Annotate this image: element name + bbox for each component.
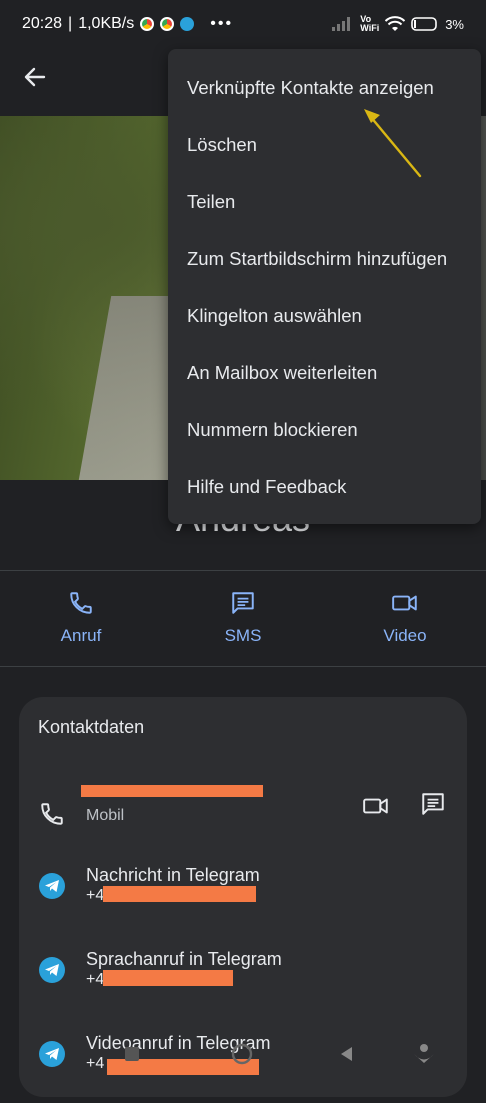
back-button[interactable] <box>20 62 50 92</box>
home-button[interactable] <box>228 1040 256 1068</box>
phone-icon <box>70 592 92 614</box>
menu-item-ringtone[interactable]: Klingelton auswählen <box>187 305 362 327</box>
phone-row[interactable]: Mobil <box>19 785 467 855</box>
row-phone-icon-wrap <box>37 799 67 829</box>
video-action-label: Video <box>383 626 427 645</box>
message-icon <box>232 592 254 614</box>
menu-item-help-feedback[interactable]: Hilfe und Feedback <box>187 476 346 498</box>
row-telegram-icon-wrap <box>37 955 67 985</box>
chrome-icon <box>160 17 175 31</box>
system-navigation-bar <box>0 1030 486 1080</box>
telegram-voice-number-prefix: +4 <box>86 971 105 988</box>
telegram-icon <box>39 873 65 899</box>
battery-percent: 3% <box>445 16 464 32</box>
volte-wifi-label: WiFi <box>360 23 380 33</box>
status-net-speed: 1,0KB/s <box>78 15 135 32</box>
message-icon <box>422 793 444 815</box>
phone-type-label: Mobil <box>86 807 125 824</box>
signal-icon <box>332 17 351 31</box>
telegram-message-label: Nachricht in Telegram <box>86 865 260 885</box>
video-icon <box>392 595 417 611</box>
status-time: 20:28 <box>22 15 63 32</box>
divider-top <box>0 570 486 571</box>
telegram-voice-row[interactable]: Sprachanruf in Telegram +4 <box>19 949 467 1019</box>
redacted-telegram-voice-number <box>103 970 233 986</box>
status-separator: | <box>68 15 73 32</box>
telegram-message-row[interactable]: Nachricht in Telegram +4 <box>19 865 467 935</box>
back-nav-button[interactable] <box>333 1040 361 1068</box>
menu-item-show-linked-contacts[interactable]: Verknüpfte Kontakte anzeigen <box>187 77 434 99</box>
menu-item-share[interactable]: Teilen <box>187 191 235 213</box>
redacted-phone-number <box>81 785 263 797</box>
video-icon <box>363 798 388 814</box>
status-left: 20:28 | 1,0KB/s ••• <box>22 15 233 33</box>
home-icon <box>231 1043 253 1065</box>
card-title: Kontaktdaten <box>38 717 145 737</box>
wifi-icon <box>385 16 406 31</box>
overflow-menu: Verknüpfte Kontakte anzeigen Löschen Tei… <box>168 49 481 524</box>
send-sms-button[interactable] <box>420 791 448 819</box>
telegram-voice-label: Sprachanruf in Telegram <box>86 949 282 969</box>
status-right: Vo WiFi 3% <box>332 15 464 33</box>
status-bar: 20:28 | 1,0KB/s ••• Vo WiFi 3% <box>0 0 486 48</box>
telegram-status-icon <box>180 17 195 31</box>
battery-icon <box>411 17 438 31</box>
quick-actions: Anruf SMS Video <box>0 582 486 662</box>
arrow-back-icon <box>24 67 46 87</box>
volte-icon: Vo WiFi <box>360 15 379 33</box>
telegram-icon <box>39 957 65 983</box>
video-call-button[interactable] <box>362 793 392 819</box>
chrome-icon <box>140 17 155 31</box>
sms-action-button[interactable]: SMS <box>162 582 324 662</box>
menu-item-forward-voicemail[interactable]: An Mailbox weiterleiten <box>187 362 377 384</box>
redacted-telegram-number <box>103 886 256 902</box>
call-action-label: Anruf <box>60 626 102 645</box>
menu-item-add-to-home[interactable]: Zum Startbildschirm hinzufügen <box>187 248 447 270</box>
menu-item-block-numbers[interactable]: Nummern blockieren <box>187 419 358 441</box>
video-action-button[interactable]: Video <box>324 582 486 662</box>
more-notifications-icon: ••• <box>210 15 234 32</box>
divider-bottom <box>0 666 486 667</box>
recents-icon <box>125 1047 139 1061</box>
recents-button[interactable] <box>118 1040 146 1068</box>
call-action-button[interactable]: Anruf <box>0 582 162 662</box>
sms-action-label: SMS <box>224 626 262 645</box>
menu-item-delete[interactable]: Löschen <box>187 134 257 156</box>
annotation-arrow-icon <box>364 109 422 178</box>
telegram-message-number-prefix: +4 <box>86 887 105 904</box>
row-telegram-icon-wrap <box>37 871 67 901</box>
back-triangle-icon <box>341 1047 352 1061</box>
phone-icon <box>41 803 63 825</box>
assistant-icon <box>414 1044 434 1063</box>
assistant-button[interactable] <box>410 1040 438 1068</box>
